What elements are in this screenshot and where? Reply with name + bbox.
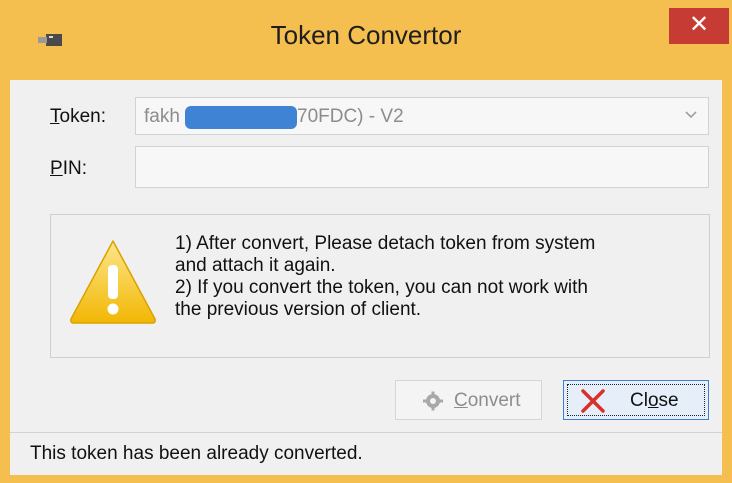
warning-message: 1) After convert, Please detach token fr… (175, 233, 695, 321)
token-value-prefix: fakh (144, 106, 180, 127)
status-text: This token has been already converted. (30, 443, 363, 464)
convert-button[interactable]: Convert (395, 380, 542, 420)
red-x-icon (581, 389, 605, 413)
message-line: the previous version of client. (175, 299, 422, 320)
token-value-suffix: 70FDC) - V2 (297, 106, 404, 127)
warning-triangle-icon (70, 240, 156, 324)
redaction-mark (185, 106, 297, 129)
window-close-button[interactable]: ✕ (669, 8, 729, 44)
close-button-label: Close (630, 390, 679, 411)
pin-label: PIN: (50, 158, 87, 179)
chevron-down-icon[interactable] (684, 110, 698, 120)
dialog-body: Token: fakh 70FDC) - V2 PIN: 1) After co… (10, 80, 722, 475)
window-title: Token Convertor (270, 20, 462, 50)
pin-input[interactable] (135, 146, 709, 188)
token-convertor-window: Token Convertor ✕ Token: fakh 70FDC) - V… (0, 0, 732, 483)
warning-panel: 1) After convert, Please detach token fr… (50, 214, 710, 358)
close-icon: ✕ (688, 11, 710, 38)
convert-button-label: Convert (454, 390, 521, 411)
status-bar: This token has been already converted. (10, 432, 722, 475)
message-line: 2) If you convert the token, you can not… (175, 277, 588, 298)
close-button[interactable]: Close (563, 380, 709, 420)
message-line: 1) After convert, Please detach token fr… (175, 233, 596, 254)
gear-icon (423, 391, 443, 411)
token-label: Token: (50, 106, 106, 127)
title-bar[interactable]: Token Convertor ✕ (0, 0, 732, 80)
message-line: and attach it again. (175, 255, 336, 276)
token-select[interactable]: fakh 70FDC) - V2 (135, 97, 709, 135)
